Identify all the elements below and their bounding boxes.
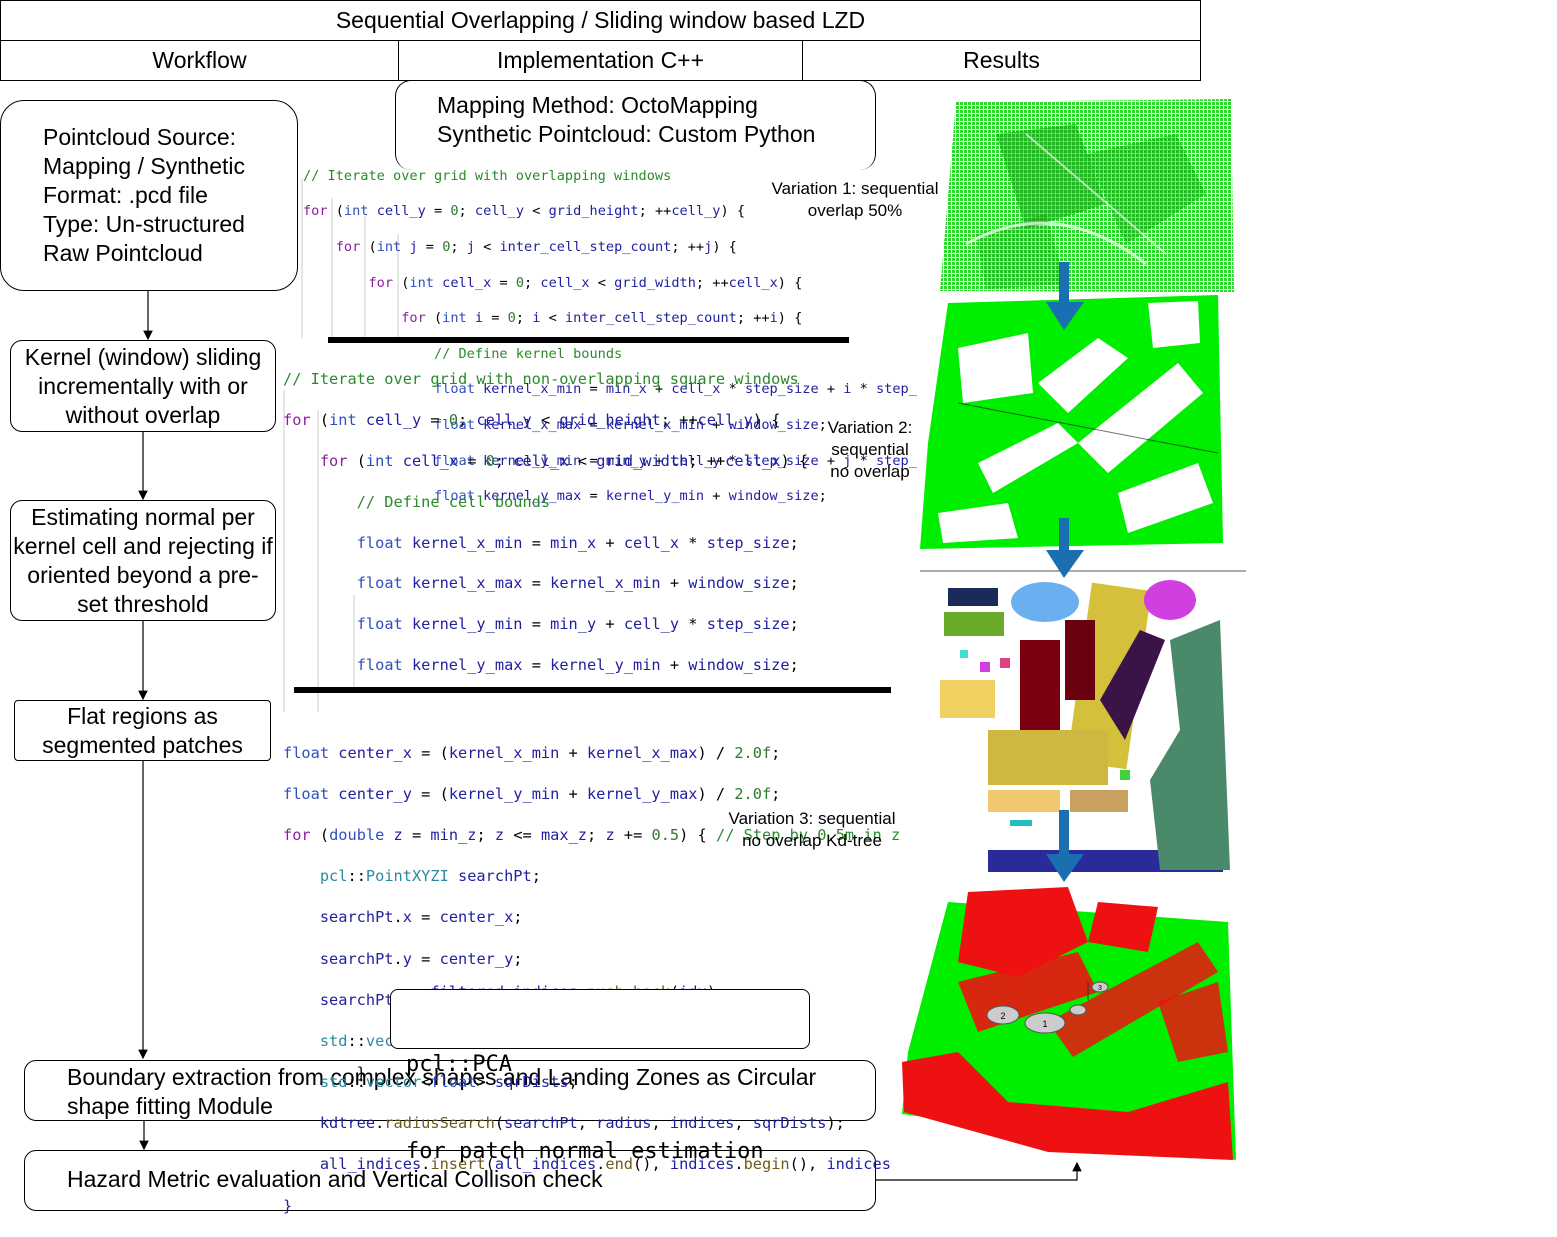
synthetic-pointcloud-text: Synthetic Pointcloud: Custom Python [437,121,816,147]
kernel-sliding-text: Kernel (window) sliding incrementally wi… [24,343,262,428]
blue-arrow-1 [1046,262,1084,330]
variation-2-label: Variation 2: sequential no overlap [815,417,925,483]
code-separator-2 [294,687,891,693]
code2-line: float kernel_y_max = kernel_y_min + wind… [356,656,799,675]
variation-2-line-2: sequential [831,440,909,459]
code-separator-1 [328,337,849,343]
code1-line: for (int j = 0; j < inter_cell_step_coun… [335,238,737,255]
code2-line: // Define cell bounds [283,492,551,511]
code3-line: pcl::PointXYZI searchPt; [319,867,541,886]
code3-line: searchPt.y = center_y; [319,949,523,968]
normal-estimation-box: Estimating normal per kernel cell and re… [10,500,276,621]
source-line-4: Type: Un-structured [43,211,245,237]
zone-label-3: 3 [1098,985,1102,992]
variation-1-label: Variation 1: sequential overlap 50% [760,178,950,222]
source-line-3: Format: .pcd file [43,182,208,208]
code2-line: // Iterate over grid with non-overlappin… [283,370,799,389]
source-line-1: Pointcloud Source: [43,124,237,150]
code3-line: float center_y = (kernel_y_min + kernel_… [283,784,781,803]
variation-2-line-1: Variation 2: [827,418,913,437]
variation-2-line-3: no overlap [830,462,910,481]
blue-arrow-3 [1046,810,1084,882]
normal-estimation-text: Estimating normal per kernel cell and re… [13,503,273,617]
variation-3-line-1: Variation 3: sequential [728,809,896,828]
variation-3-label: Variation 3: sequential no overlap Kd-tr… [712,808,912,852]
pca-box: pcl::PCA for patch normal estimation [390,989,810,1164]
zone-label-1: 1 [1042,1019,1047,1029]
flat-regions-box: Flat regions as segmented patches [14,700,271,761]
pca-line-1: pcl::PCA [406,1052,512,1077]
code2-line: float kernel_x_max = kernel_x_min + wind… [356,574,799,593]
variation-3-line-2: no overlap Kd-tree [742,831,882,850]
mapping-method-text: Mapping Method: OctoMapping [437,92,758,118]
code2-line: float kernel_y_min = min_y + cell_y * st… [356,615,799,634]
code-non-overlapping-windows: // Iterate over grid with non-overlappin… [283,349,923,1082]
flat-regions-text: Flat regions as segmented patches [42,702,243,758]
code2-line: float kernel_x_min = min_x + cell_x * st… [356,533,799,552]
code3-line: float center_x = (kernel_x_min + kernel_… [283,743,781,762]
code-overlapping-windows: // Iterate over grid with overlapping wi… [303,150,958,504]
source-line-2: Mapping / Synthetic [43,153,246,179]
code3-line: searchPt.x = center_x; [319,908,523,927]
code1-line: for (int i = 0; i < inter_cell_step_coun… [401,310,803,327]
pointcloud-source-box: Pointcloud Source: Mapping / Synthetic F… [0,100,298,291]
zone-label-2: 2 [1000,1011,1005,1021]
result-image-hazard-map: 2 1 3 [898,882,1238,1162]
code3-line: } [283,1196,293,1215]
blue-arrow-2 [1046,518,1084,578]
pca-line-2: for patch normal estimation [406,1139,764,1164]
code1-line: for (int cell_x = 0; cell_x < grid_width… [368,274,803,291]
hazard-landing-zone-image: 2 1 3 [898,882,1238,1162]
kernel-sliding-box: Kernel (window) sliding incrementally wi… [10,340,276,432]
source-line-5: Raw Pointcloud [43,240,203,266]
variation-1-line-1: Variation 1: sequential [771,179,939,198]
code2-line [283,696,923,716]
variation-1-line-2: overlap 50% [807,201,903,220]
